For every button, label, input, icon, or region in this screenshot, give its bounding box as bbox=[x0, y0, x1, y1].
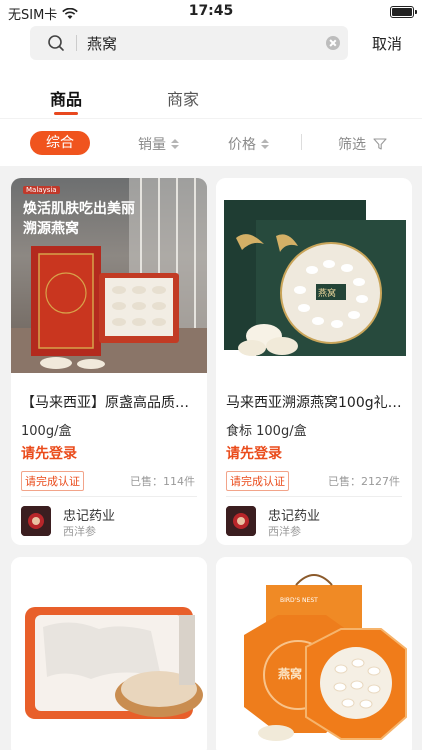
filter-sales[interactable]: 销量 bbox=[138, 134, 179, 154]
login-prompt[interactable]: 请先登录 bbox=[226, 443, 282, 463]
shop-name[interactable]: 忠记药业 bbox=[63, 505, 115, 524]
cancel-button[interactable]: 取消 bbox=[372, 33, 402, 54]
shop-category: 西洋参 bbox=[268, 525, 301, 538]
product-image[interactable]: 燕窝 BIRD'S NEST bbox=[216, 557, 412, 750]
filter-divider bbox=[301, 134, 302, 150]
card-divider bbox=[226, 496, 402, 497]
shop-logo-icon bbox=[226, 506, 256, 536]
tab-active-indicator bbox=[54, 112, 78, 115]
sort-arrows-icon bbox=[171, 139, 179, 149]
verification-badge: 请完成认证 bbox=[21, 471, 84, 491]
filter-comprehensive[interactable]: 综合 bbox=[30, 131, 90, 155]
product-card[interactable] bbox=[11, 557, 207, 750]
product-card[interactable]: 燕窝 BIRD'S NEST bbox=[216, 557, 412, 750]
filter-sales-label: 销量 bbox=[138, 137, 166, 153]
shop-avatar[interactable] bbox=[21, 506, 51, 536]
image-brand: 燕窝 bbox=[318, 289, 337, 299]
product-title[interactable]: 【马来西亚】原盏高品质燕窝100g bbox=[21, 392, 199, 412]
search-separator bbox=[76, 35, 77, 51]
tab-bar: 商品 商家 bbox=[0, 64, 422, 118]
search-box[interactable]: 燕窝 bbox=[30, 26, 348, 60]
filter-price[interactable]: 价格 bbox=[228, 134, 269, 154]
product-photo bbox=[25, 607, 203, 719]
filter-bar: 综合 销量 价格 筛选 bbox=[0, 118, 422, 166]
product-photo bbox=[224, 200, 406, 356]
image-brand: 燕窝 bbox=[278, 667, 303, 681]
search-header: 燕窝 取消 bbox=[0, 24, 422, 64]
filter-screen-label: 筛选 bbox=[338, 137, 366, 153]
search-icon bbox=[48, 35, 64, 51]
battery-icon bbox=[390, 6, 417, 18]
image-banner-line2: 溯源燕窝 bbox=[23, 221, 79, 237]
image-tag: Malaysia bbox=[23, 186, 60, 194]
tab-merchants[interactable]: 商家 bbox=[167, 86, 199, 110]
login-prompt[interactable]: 请先登录 bbox=[21, 443, 77, 463]
shop-logo-icon bbox=[21, 506, 51, 536]
sold-count: 已售：2127件 bbox=[328, 475, 400, 488]
search-input[interactable]: 燕窝 bbox=[87, 33, 326, 54]
image-banner-line1: 焕活肌肤吃出美丽 bbox=[23, 201, 135, 217]
product-title[interactable]: 马来西亚溯源燕窝100g礼盒装 bbox=[226, 392, 404, 412]
product-image[interactable]: Malaysia 焕活肌肤吃出美丽 溯源燕窝 bbox=[11, 178, 207, 373]
product-photo bbox=[244, 574, 407, 741]
sold-count: 已售：114件 bbox=[130, 475, 195, 488]
product-image[interactable]: 燕窝 bbox=[216, 178, 412, 373]
status-bar: 无SIM卡 17:45 bbox=[0, 0, 422, 24]
shop-category: 西洋参 bbox=[63, 525, 96, 538]
product-image[interactable] bbox=[11, 557, 207, 750]
filter-price-label: 价格 bbox=[228, 137, 256, 153]
product-card[interactable]: Malaysia 焕活肌肤吃出美丽 溯源燕窝 【马来西亚】原盏高品质燕窝100g… bbox=[11, 178, 207, 545]
shop-name[interactable]: 忠记药业 bbox=[268, 505, 320, 524]
status-time: 17:45 bbox=[188, 3, 234, 19]
sort-arrows-icon bbox=[261, 139, 269, 149]
tab-products[interactable]: 商品 bbox=[50, 86, 82, 110]
funnel-icon bbox=[373, 138, 387, 150]
clear-icon[interactable] bbox=[326, 36, 340, 50]
filter-screen[interactable]: 筛选 bbox=[338, 134, 387, 154]
verification-badge: 请完成认证 bbox=[226, 471, 289, 491]
product-spec: 食标 100g/盒 bbox=[226, 424, 307, 439]
product-card[interactable]: 燕窝 马来西亚溯源燕窝100g礼盒装 食标 100g/盒 请先登录 请完成认证 … bbox=[216, 178, 412, 545]
product-spec: 100g/盒 bbox=[21, 424, 72, 439]
image-tag: BIRD'S NEST bbox=[280, 597, 318, 604]
card-divider bbox=[21, 496, 197, 497]
shop-avatar[interactable] bbox=[226, 506, 256, 536]
